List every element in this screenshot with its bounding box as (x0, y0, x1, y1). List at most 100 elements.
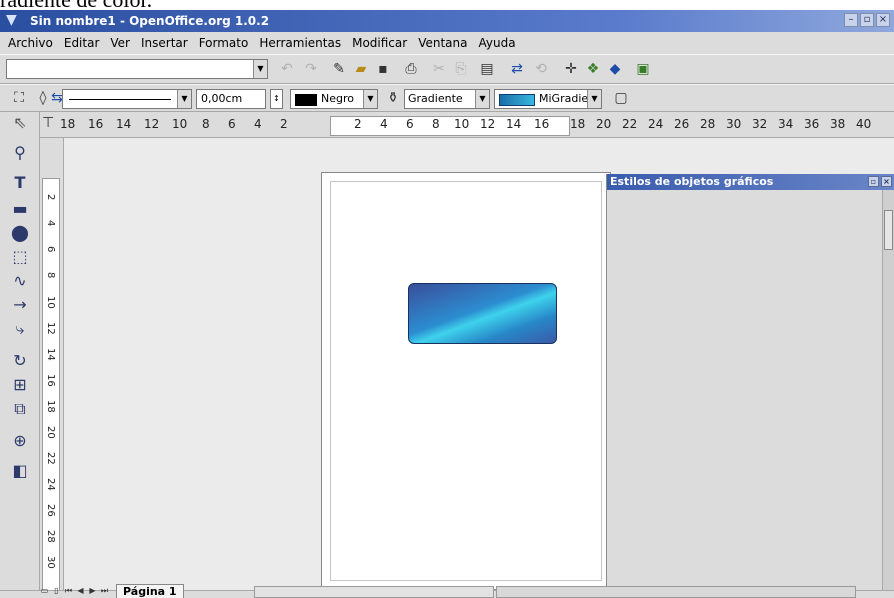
ruler-label: 16 (534, 117, 550, 131)
rectangle-tool-icon[interactable]: ▬ (8, 198, 32, 220)
tab-scroll-area[interactable] (254, 586, 494, 598)
menu-archivo[interactable]: Archivo (8, 36, 53, 50)
menu-formato[interactable]: Formato (199, 36, 249, 50)
ruler-label: 2 (280, 117, 288, 131)
ruler-label: 16 (45, 374, 56, 387)
copy-icon[interactable]: ⎘ (452, 60, 470, 78)
swap-icon[interactable]: ⇄ (508, 60, 526, 78)
ruler-label: 22 (622, 117, 638, 131)
line-style-combo[interactable]: ▼ (62, 89, 192, 109)
paste-icon[interactable]: ▤ (478, 60, 496, 78)
open-folder-icon[interactable]: ▰ (352, 60, 370, 78)
menu-ver[interactable]: Ver (110, 36, 130, 50)
maximize-button[interactable]: ▫ (860, 13, 874, 27)
arrange-icon[interactable]: ⧉ (8, 398, 32, 420)
menu-insertar[interactable]: Insertar (141, 36, 188, 50)
data-sources-icon[interactable]: ◆ (606, 60, 624, 78)
select-arrow-icon[interactable]: ⇖ (8, 112, 32, 134)
redo-icon[interactable]: ↷ (302, 60, 320, 78)
text-tool-icon[interactable]: T (8, 172, 32, 194)
ruler-label: 12 (144, 117, 160, 131)
ruler-tab-icon[interactable]: ⊤ (42, 115, 54, 131)
navigator-icon[interactable]: ⟲ (532, 60, 550, 78)
page-mode-icon[interactable]: ▯ (52, 586, 61, 596)
stylist-dock-button[interactable]: ▫ (868, 176, 879, 187)
cut-icon[interactable]: ✂ (430, 60, 448, 78)
menu-editar[interactable]: Editar (64, 36, 100, 50)
menu-ayuda[interactable]: Ayuda (478, 36, 515, 50)
3d-effects-icon[interactable]: ◧ (8, 460, 32, 482)
last-page-icon[interactable]: ⏭ (100, 586, 109, 596)
gallery-icon[interactable]: ❖ (584, 60, 602, 78)
scroll-thumb[interactable] (884, 210, 893, 250)
curve-tool-icon[interactable]: ∿ (8, 270, 32, 292)
ruler-label: 2 (45, 194, 56, 201)
undo-icon[interactable]: ↶ (278, 60, 296, 78)
rotate-icon[interactable]: ↻ (8, 350, 32, 372)
zoom-icon[interactable]: ⚲ (8, 142, 32, 164)
tab-pagina-1[interactable]: Página 1 (116, 584, 184, 598)
horizontal-scrollbar[interactable] (496, 586, 856, 598)
alignment-icon[interactable]: ⊞ (8, 374, 32, 396)
ruler-label: 4 (254, 117, 262, 131)
print-icon[interactable]: ⎙ (402, 60, 420, 78)
ruler-label: 12 (45, 322, 56, 335)
menu-bar: Archivo Editar Ver Insertar Formato Herr… (0, 32, 894, 54)
menu-arrow-icon[interactable]: ▼ (6, 12, 17, 28)
chevron-down-icon[interactable]: ▼ (253, 60, 267, 78)
chevron-down-icon[interactable]: ▼ (177, 90, 191, 108)
minimize-button[interactable]: – (844, 13, 858, 27)
stylist-controls: ▫ × (868, 176, 892, 187)
ruler-label: 10 (45, 296, 56, 309)
url-combo[interactable]: ▼ (6, 59, 268, 79)
save-icon[interactable]: ▪ (374, 60, 392, 78)
next-page-icon[interactable]: ▶ (88, 586, 97, 596)
ruler-label: 16 (88, 117, 104, 131)
page-margin (330, 181, 602, 581)
object-toolbar: ⛶ ◊ ⇆ ▼ 0,00cm ↕ Negro ▼ ⚱ Gradiente ▼ M… (0, 84, 894, 112)
page-tab-bar: ▭ ▯ ⏮ ◀ ▶ ⏭ Página 1 (40, 583, 184, 598)
image-icon[interactable]: ▣ (634, 60, 652, 78)
chevron-down-icon[interactable]: ▼ (363, 90, 377, 108)
ruler-label: 4 (380, 117, 388, 131)
menu-modificar[interactable]: Modificar (352, 36, 407, 50)
ruler-label: 38 (830, 117, 846, 131)
menu-herramientas[interactable]: Herramientas (259, 36, 341, 50)
prev-page-icon[interactable]: ◀ (76, 586, 85, 596)
drawing-page[interactable] (321, 172, 611, 590)
anchor-icon[interactable]: ⛶ (10, 89, 28, 107)
ruler-label: 30 (45, 556, 56, 569)
gradient-rectangle[interactable] (408, 283, 557, 344)
chevron-down-icon[interactable]: ▼ (475, 90, 489, 108)
window-controls: – ▫ × (844, 13, 890, 27)
ruler-label: 40 (856, 117, 872, 131)
first-page-icon[interactable]: ⏮ (64, 586, 73, 596)
crosshair-icon[interactable]: ✛ (562, 60, 580, 78)
gradient-combo[interactable]: MiGradien ▼ (494, 89, 602, 109)
area-style-combo[interactable]: Gradiente ▼ (404, 89, 490, 109)
stylist-scrollbar[interactable] (882, 190, 894, 590)
line-width-field[interactable]: 0,00cm (196, 89, 266, 109)
close-button[interactable]: × (876, 13, 890, 27)
edit-file-icon[interactable]: ✎ (330, 60, 348, 78)
chevron-down-icon[interactable]: ▼ (587, 90, 601, 108)
line-color-combo[interactable]: Negro ▼ (290, 89, 378, 109)
ruler-label: 10 (454, 117, 470, 131)
window-title: Sin nombre1 - OpenOffice.org 1.0.2 (30, 14, 270, 28)
layer-mode-icon[interactable]: ▭ (40, 586, 49, 596)
connector-icon[interactable]: ⤷ (8, 318, 32, 340)
area-fill-icon[interactable]: ⚱ (384, 89, 402, 107)
line-width-spinner[interactable]: ↕ (270, 89, 283, 109)
line-tool-icon[interactable]: → (8, 294, 32, 316)
stylist-title-bar[interactable]: Estilos de objetos gráficos ▫ × (607, 174, 894, 190)
3d-objects-icon[interactable]: ⬚ (8, 246, 32, 268)
menu-ventana[interactable]: Ventana (418, 36, 467, 50)
shadow-icon[interactable]: ▢ (612, 89, 630, 107)
insert-object-icon[interactable]: ⊕ (8, 430, 32, 452)
title-bar[interactable]: ▼ Sin nombre1 - OpenOffice.org 1.0.2 – ▫… (0, 10, 894, 32)
line-sample (69, 99, 171, 100)
ellipse-tool-icon[interactable]: ⬤ (8, 222, 32, 244)
stylist-close-button[interactable]: × (881, 176, 892, 187)
ruler-label: 20 (45, 426, 56, 439)
drawing-workspace[interactable]: Estilos de objetos gráficos ▫ × (64, 138, 894, 590)
